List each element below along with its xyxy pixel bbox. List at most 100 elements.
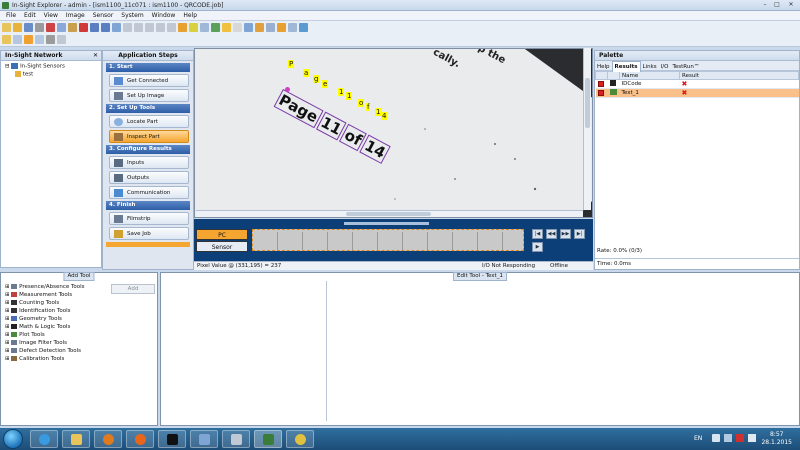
menu-help[interactable]: Help xyxy=(179,11,201,21)
menu-image[interactable]: Image xyxy=(62,11,89,21)
taskbar-insight[interactable] xyxy=(254,430,282,448)
first-image-icon[interactable] xyxy=(123,23,132,32)
filmstrip-button[interactable]: Filmstrip xyxy=(109,212,189,225)
close-button[interactable]: ✕ xyxy=(786,1,796,9)
new-job-icon[interactable] xyxy=(2,23,11,32)
taskbar-cmd[interactable] xyxy=(158,430,186,448)
play-button[interactable]: ▶ xyxy=(532,242,543,252)
image-vertical-scrollbar[interactable] xyxy=(583,48,591,210)
cut-icon[interactable] xyxy=(46,23,55,32)
steps-scroll-indicator[interactable] xyxy=(106,242,190,247)
zoom-icon[interactable] xyxy=(112,23,121,32)
menu-window[interactable]: Window xyxy=(148,11,180,21)
trigger-icon[interactable] xyxy=(189,23,198,32)
prev-frame-button[interactable]: ◀◀ xyxy=(546,229,557,239)
undo-icon[interactable] xyxy=(90,23,99,32)
tab-results[interactable]: Results xyxy=(611,61,641,72)
tool-category-presence[interactable]: ⊞ Presence/Absence Tools xyxy=(5,283,107,291)
last-image-icon[interactable] xyxy=(156,23,165,32)
maximize-button[interactable]: □ xyxy=(772,1,782,9)
image-horizontal-scrollbar[interactable] xyxy=(196,210,583,217)
paste-icon[interactable] xyxy=(68,23,77,32)
tab-io[interactable]: I/O xyxy=(659,62,671,72)
menu-file[interactable]: File xyxy=(2,11,20,21)
filmstrip-frames[interactable] xyxy=(252,229,524,251)
sensor-button[interactable]: Sensor xyxy=(196,241,248,252)
tool-category-math[interactable]: ⊞ Math & Logic Tools xyxy=(5,323,107,331)
taskbar-media[interactable] xyxy=(94,430,122,448)
edit-tool-splitter[interactable] xyxy=(326,281,327,421)
add-button[interactable]: Add xyxy=(111,284,155,294)
delete-icon[interactable] xyxy=(79,23,88,32)
tray-network-icon[interactable] xyxy=(724,434,732,442)
get-connected-button[interactable]: Get Connected xyxy=(109,74,189,87)
inspect-part-button[interactable]: Inspect Part xyxy=(109,130,189,143)
tray-flag-icon[interactable] xyxy=(736,434,744,442)
tool-category-measurement[interactable]: ⊞ Measurement Tools xyxy=(5,291,107,299)
pc-button[interactable]: PC xyxy=(196,229,248,240)
open-icon[interactable] xyxy=(13,23,22,32)
network-icon[interactable] xyxy=(24,35,33,44)
next-frame-button[interactable]: ▶▶ xyxy=(560,229,571,239)
communication-button[interactable]: Communication xyxy=(109,186,189,199)
rect-icon[interactable] xyxy=(233,23,242,32)
sensor-icon[interactable] xyxy=(35,35,44,44)
tab-links[interactable]: Links xyxy=(641,62,659,72)
table-row[interactable]: IDCode ✖ xyxy=(595,79,799,89)
copy-icon[interactable] xyxy=(57,23,66,32)
tab-help[interactable]: Help xyxy=(595,62,612,72)
image-display[interactable]: cally. p the P a g e 1 1 o f 1 4 Page 11… xyxy=(194,48,593,218)
region-icon[interactable] xyxy=(255,23,264,32)
taskbar-firefox[interactable] xyxy=(126,430,154,448)
locate-part-button[interactable]: Locate Part xyxy=(109,115,189,128)
tool-category-defect[interactable]: ⊞ Defect Detection Tools xyxy=(5,347,107,355)
save-icon[interactable] xyxy=(24,23,33,32)
taskbar-network[interactable] xyxy=(190,430,218,448)
region-handle-icon[interactable] xyxy=(285,87,290,92)
set-up-image-button[interactable]: Set Up Image xyxy=(109,89,189,102)
spreadsheet-icon[interactable] xyxy=(2,35,11,44)
tree-item-sensors[interactable]: ⊟ In-Sight Sensors xyxy=(5,63,97,71)
menu-sensor[interactable]: Sensor xyxy=(89,11,118,21)
taskbar-explorer[interactable] xyxy=(62,430,90,448)
redo-icon[interactable] xyxy=(101,23,110,32)
taskbar-search[interactable] xyxy=(286,430,314,448)
tray-arrow-icon[interactable] xyxy=(712,434,720,442)
tool-category-plot[interactable]: ⊞ Plot Tools xyxy=(5,331,107,339)
tree-item-test[interactable]: test xyxy=(5,70,97,79)
next-image-icon[interactable] xyxy=(145,23,154,32)
start-button[interactable] xyxy=(3,429,23,449)
online-icon[interactable] xyxy=(211,23,220,32)
print-icon[interactable] xyxy=(35,23,44,32)
tray-volume-icon[interactable] xyxy=(748,434,756,442)
vscroll-thumb[interactable] xyxy=(585,78,590,128)
help-icon[interactable] xyxy=(57,35,66,44)
taskbar-paint[interactable] xyxy=(222,430,250,448)
menu-view[interactable]: View xyxy=(40,11,62,21)
easybuilder-icon[interactable] xyxy=(13,35,22,44)
tool-category-identification[interactable]: ⊞ Identification Tools xyxy=(5,307,107,315)
system-clock[interactable]: 8:57 28.1.2015 xyxy=(761,431,792,447)
tab-testrun[interactable]: TestRun™ xyxy=(670,62,701,72)
language-indicator[interactable]: EN xyxy=(694,435,702,442)
save-job-button[interactable]: Save Job xyxy=(109,227,189,240)
close-icon[interactable]: ✕ xyxy=(93,51,98,61)
line-icon[interactable] xyxy=(244,23,253,32)
tool-category-geometry[interactable]: ⊞ Geometry Tools xyxy=(5,315,107,323)
graphic-icon[interactable] xyxy=(266,23,275,32)
tool-category-calibration[interactable]: ⊞ Calibration Tools xyxy=(5,355,107,363)
table-row[interactable]: Text_1 ✖ xyxy=(595,88,799,98)
prev-image-icon[interactable] xyxy=(134,23,143,32)
menu-edit[interactable]: Edit xyxy=(20,11,40,21)
record-icon[interactable] xyxy=(178,23,187,32)
filmstrip-scroll[interactable] xyxy=(344,222,429,225)
inputs-button[interactable]: Inputs xyxy=(109,156,189,169)
hscroll-thumb[interactable] xyxy=(346,212,431,216)
grid-icon[interactable] xyxy=(200,23,209,32)
menu-system[interactable]: System xyxy=(117,11,147,21)
tool-category-counting[interactable]: ⊞ Counting Tools xyxy=(5,299,107,307)
play-icon[interactable] xyxy=(167,23,176,32)
minimize-button[interactable]: – xyxy=(760,1,770,9)
live-video-icon[interactable] xyxy=(277,23,286,32)
ellipse-icon[interactable] xyxy=(222,23,231,32)
